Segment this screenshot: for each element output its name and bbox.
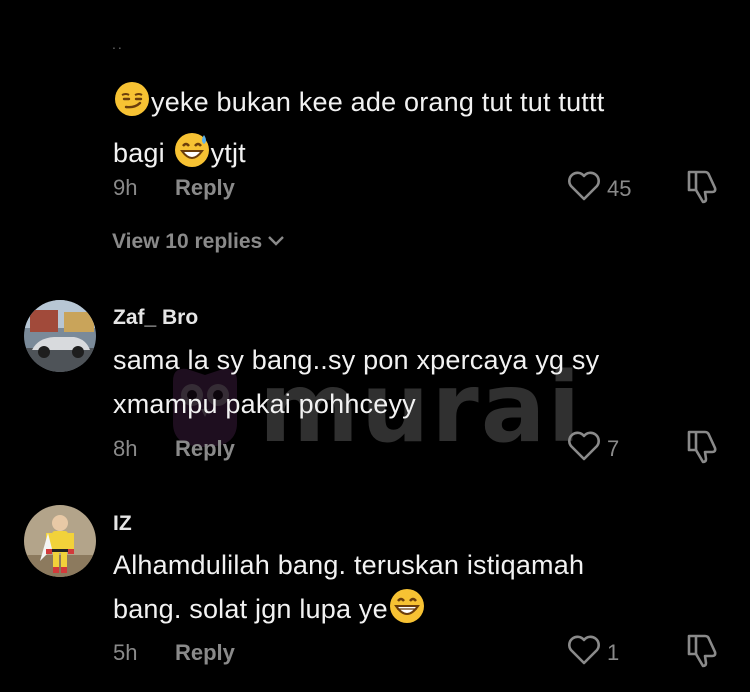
- thumbs-down-icon: [685, 170, 719, 208]
- dislike-button[interactable]: [685, 632, 719, 673]
- comment-text-line-1: Alhamdulilah bang. teruskan istiqamah: [113, 550, 585, 580]
- heart-icon: [567, 634, 601, 671]
- thumbs-down-icon: [685, 634, 719, 672]
- avatar[interactable]: [24, 505, 96, 577]
- comment-text-line-1: yeke bukan kee ade orang tut tut tuttt: [151, 87, 605, 117]
- comment-time: 9h: [113, 175, 138, 200]
- avatar[interactable]: [24, 300, 96, 372]
- smirking-face-emoji: [113, 80, 151, 131]
- comment-time: 8h: [113, 436, 138, 461]
- comment-text-line-2b: ytjt: [210, 138, 246, 168]
- like-button[interactable]: 1: [567, 634, 619, 671]
- heart-icon: [567, 430, 601, 467]
- comment-text: yeke bukan kee ade orang tut tut tuttt b…: [113, 80, 703, 182]
- dislike-button[interactable]: [685, 168, 719, 209]
- previous-text-fragment: ..: [112, 36, 124, 52]
- username[interactable]: Zaf_ Bro: [113, 306, 198, 330]
- like-count: 45: [607, 175, 632, 201]
- comment-text-line-2: xmampu pakai pohhceyy: [113, 389, 416, 419]
- like-count: 7: [607, 435, 620, 461]
- thumbs-down-icon: [685, 430, 719, 468]
- comment-time: 5h: [113, 640, 138, 665]
- grinning-face-emoji: [388, 587, 426, 638]
- reply-button[interactable]: Reply: [175, 436, 235, 462]
- comment-text-line-2a: bagi: [113, 138, 173, 168]
- superhero-costume-avatar: [24, 505, 96, 577]
- reply-button[interactable]: Reply: [175, 175, 235, 201]
- comment-text: sama la sy bang..sy pon xpercaya yg sy x…: [113, 338, 703, 426]
- dislike-button[interactable]: [685, 428, 719, 469]
- like-button[interactable]: 45: [567, 170, 631, 207]
- comment-text-line-1: sama la sy bang..sy pon xpercaya yg sy: [113, 345, 600, 375]
- comment-text-line-2: bang. solat jgn lupa ye: [113, 594, 388, 624]
- reply-button[interactable]: Reply: [175, 640, 235, 666]
- comment-text: Alhamdulilah bang. teruskan istiqamah ba…: [113, 543, 703, 638]
- car-photo-avatar: [24, 300, 96, 372]
- like-button[interactable]: 7: [567, 430, 619, 467]
- chevron-down-icon: [262, 230, 286, 254]
- like-count: 1: [607, 639, 620, 665]
- heart-icon: [567, 170, 601, 207]
- view-replies-button[interactable]: View 10 replies: [112, 230, 286, 254]
- view-replies-label: View 10 replies: [112, 230, 263, 253]
- username[interactable]: IZ: [113, 512, 132, 536]
